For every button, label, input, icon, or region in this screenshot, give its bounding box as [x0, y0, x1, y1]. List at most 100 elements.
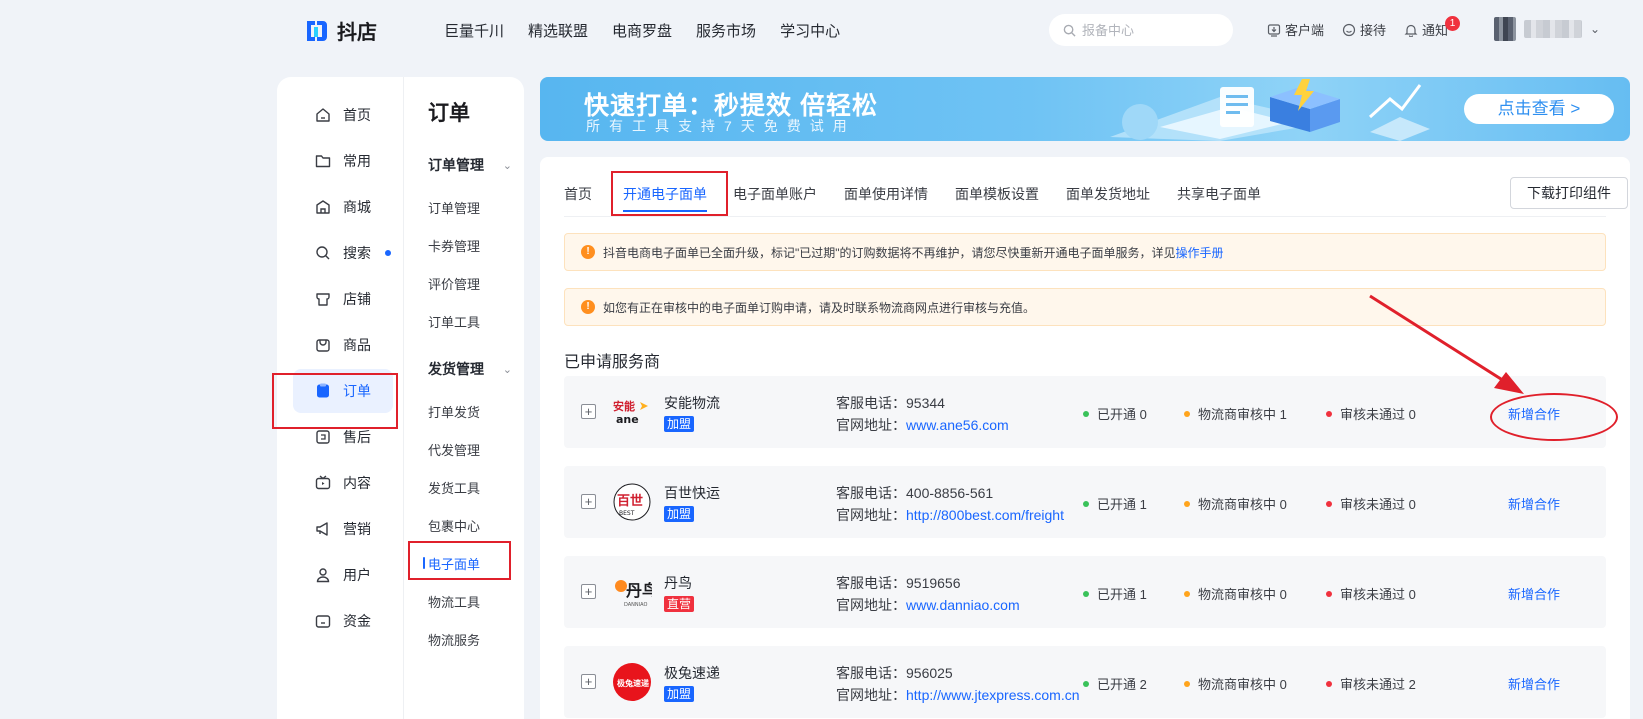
tv-icon	[313, 473, 333, 493]
sidebar-item-order[interactable]: 订单	[293, 369, 393, 413]
carrier-site-link[interactable]: www.ane56.com	[906, 417, 1009, 433]
tab-ship-address[interactable]: 面单发货地址	[1066, 184, 1150, 204]
group-order-management[interactable]: 订单管理 ⌄	[428, 155, 512, 175]
mall-icon	[313, 197, 333, 217]
goods-icon	[313, 335, 333, 355]
tab-e-waybill-account[interactable]: 电子面单账户	[733, 184, 817, 204]
svg-text:百世: 百世	[617, 493, 643, 509]
add-cooperation-link[interactable]: 新增合作	[1508, 404, 1560, 423]
secondary-nav: 订单 订单管理 ⌄ 订单管理 卡券管理 评价管理 订单工具 发货管理 ⌄ 打单发…	[405, 77, 524, 719]
primary-nav: 首页 常用 商城 搜索 店铺 商品 订单 售后 内容 营销 用户 资金	[277, 77, 404, 719]
sidebar-subitem-review-manage[interactable]: 评价管理	[428, 274, 480, 293]
status-dot	[1184, 590, 1190, 597]
chat-icon	[1342, 23, 1356, 36]
notice-button[interactable]: 通知 1	[1404, 16, 1461, 39]
sidebar-item-marketing[interactable]: 营销	[293, 507, 393, 551]
tab-open-e-waybill[interactable]: 开通电子面单	[623, 184, 707, 212]
client-button[interactable]: 客户端	[1267, 20, 1324, 39]
search-input[interactable]	[1082, 22, 1212, 38]
tab-bar: 首页 开通电子面单 电子面单账户 面单使用详情 面单模板设置 面单发货地址 共享…	[564, 157, 1628, 217]
tab-home[interactable]: 首页	[564, 184, 592, 204]
topnav-qianchuan[interactable]: 巨量千川	[444, 20, 504, 41]
manual-link[interactable]: 操作手册	[1176, 246, 1224, 260]
topnav-learning-center[interactable]: 学习中心	[780, 20, 840, 41]
promo-banner[interactable]: 快速打单：秒提效 倍轻松 所有工具支持7天免费试用 点击查看 >	[540, 77, 1630, 141]
top-actions: 客户端 接待 通知 1	[1267, 16, 1461, 39]
folder-icon	[313, 151, 333, 171]
warning-icon: !	[581, 300, 595, 314]
status-dot	[1083, 410, 1089, 417]
section-title: 已申请服务商	[564, 354, 661, 371]
sidebar-subitem-e-waybill[interactable]: 电子面单	[422, 554, 480, 573]
carrier-tag: 加盟	[664, 686, 695, 702]
status-dot	[1326, 500, 1332, 507]
tab-template-settings[interactable]: 面单模板设置	[955, 184, 1039, 204]
banner-view-button[interactable]: 点击查看 >	[1464, 94, 1614, 124]
topnav-service-market[interactable]: 服务市场	[696, 20, 756, 41]
download-print-component-button[interactable]: 下载打印组件	[1510, 177, 1628, 209]
expand-icon[interactable]: +	[581, 584, 596, 599]
sidebar-item-home[interactable]: 首页	[293, 93, 393, 137]
order-icon	[313, 381, 333, 401]
sidebar-item-aftersale[interactable]: 售后	[293, 415, 393, 459]
stat-opened: 已开通 1	[1083, 494, 1147, 513]
topnav-alliance[interactable]: 精选联盟	[528, 20, 588, 41]
sidebar-subitem-ship-tools[interactable]: 发货工具	[428, 478, 480, 497]
brand-name: 抖店	[337, 22, 377, 44]
stat-reviewing: 物流商审核中 1	[1184, 404, 1287, 423]
tab-waybill-usage[interactable]: 面单使用详情	[844, 184, 928, 204]
sidebar-item-goods[interactable]: 商品	[293, 323, 393, 367]
carrier-phone: 客服电话：956025	[836, 665, 953, 681]
add-cooperation-link[interactable]: 新增合作	[1508, 674, 1560, 693]
topnav-compass[interactable]: 电商罗盘	[612, 20, 672, 41]
main-panel: 首页 开通电子面单 电子面单账户 面单使用详情 面单模板设置 面单发货地址 共享…	[540, 157, 1630, 719]
expand-icon[interactable]: +	[581, 494, 596, 509]
carrier-phone: 客服电话：9519656	[836, 575, 961, 591]
sidebar-item-search[interactable]: 搜索	[293, 231, 393, 275]
group-shipping-management[interactable]: 发货管理 ⌄	[428, 359, 512, 379]
sidebar-subitem-order-tools[interactable]: 订单工具	[428, 312, 480, 331]
sidebar-subitem-dropship-manage[interactable]: 代发管理	[428, 440, 480, 459]
jtexpress-logo: 极兔速递	[612, 662, 652, 702]
sidebar-item-mall[interactable]: 商城	[293, 185, 393, 229]
user-menu[interactable]: ⌄	[1494, 17, 1600, 41]
carrier-site-link[interactable]: http://www.jtexpress.com.cn	[906, 687, 1080, 703]
sidebar-subitem-package-center[interactable]: 包裹中心	[428, 516, 480, 535]
sidebar-item-user[interactable]: 用户	[293, 553, 393, 597]
carrier-tag: 加盟	[664, 506, 695, 522]
wallet-icon	[313, 611, 333, 631]
sidebar-subitem-order-manage[interactable]: 订单管理	[428, 198, 480, 217]
search-box[interactable]	[1049, 14, 1233, 46]
sidebar-subitem-print-ship[interactable]: 打单发货	[428, 402, 480, 421]
stat-rejected: 审核未通过 0	[1326, 584, 1416, 603]
expand-icon[interactable]: +	[581, 404, 596, 419]
status-dot	[1326, 590, 1332, 597]
sidebar-subitem-coupon-manage[interactable]: 卡券管理	[428, 236, 480, 255]
expand-icon[interactable]: +	[581, 674, 596, 689]
status-dot	[1083, 500, 1089, 507]
stat-rejected: 审核未通过 2	[1326, 674, 1416, 693]
sidebar-subitem-logistics-tools[interactable]: 物流工具	[428, 592, 480, 611]
notice-badge: 1	[1445, 16, 1461, 31]
add-cooperation-link[interactable]: 新增合作	[1508, 584, 1560, 603]
brand-logo[interactable]: 抖店	[303, 16, 377, 45]
tab-shared-e-waybill[interactable]: 共享电子面单	[1177, 184, 1261, 204]
status-dot	[1083, 590, 1089, 597]
stat-reviewing: 物流商审核中 0	[1184, 584, 1287, 603]
carrier-name: 百世快运	[664, 485, 720, 501]
carrier-name: 安能物流	[664, 395, 720, 411]
notice-upgrade: ! 抖音电商电子面单已全面升级，标记"已过期"的订购数据将不再维护，请您尽快重新…	[564, 233, 1606, 271]
carrier-row: + 安能 ane 安能物流 加盟 客服电话：95344 官网地址：www.ane5…	[564, 376, 1606, 448]
status-dot	[1083, 680, 1089, 687]
carrier-site-link[interactable]: www.danniao.com	[906, 597, 1020, 613]
sidebar-item-funds[interactable]: 资金	[293, 599, 393, 643]
sidebar-item-store[interactable]: 店铺	[293, 277, 393, 321]
reception-button[interactable]: 接待	[1342, 20, 1386, 39]
sidebar-subitem-logistics-service[interactable]: 物流服务	[428, 630, 480, 649]
carrier-site-link[interactable]: http://800best.com/freight	[906, 507, 1064, 523]
carrier-row: + 极兔速递 极兔速递 加盟 客服电话：956025 官网地址：http://w…	[564, 646, 1606, 718]
add-cooperation-link[interactable]: 新增合作	[1508, 494, 1560, 513]
sidebar-item-common[interactable]: 常用	[293, 139, 393, 183]
carrier-row: + 百世 BEST 百世快运 加盟 客服电话：400-8856-561 官网地址：…	[564, 466, 1606, 538]
sidebar-item-content[interactable]: 内容	[293, 461, 393, 505]
